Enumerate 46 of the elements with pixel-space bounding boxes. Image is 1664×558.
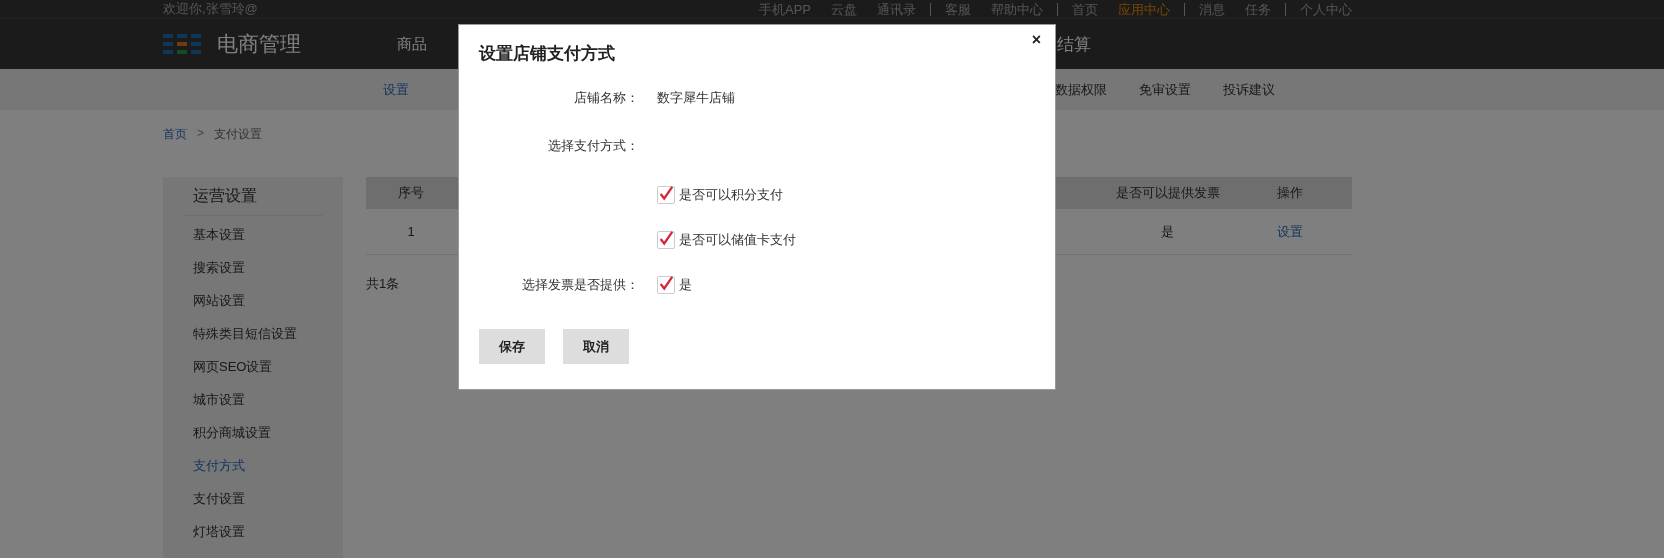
field-value: 数字犀牛店铺 — [657, 88, 736, 107]
cancel-button[interactable]: 取消 — [563, 329, 629, 364]
sidebar-item[interactable]: 支付方式 — [163, 449, 343, 482]
logo-icon — [163, 34, 201, 54]
nav-item[interactable]: 结算 — [1057, 32, 1091, 56]
column-header: 序号 — [397, 184, 425, 202]
sidebar-item[interactable]: 网站设置 — [163, 284, 343, 317]
checkbox[interactable] — [657, 185, 675, 204]
sub-nav-item[interactable]: 设置 — [383, 81, 409, 97]
dialog-title: 设置店铺支付方式 — [479, 44, 615, 63]
checkbox-label: 是 — [679, 275, 692, 294]
sub-nav-item[interactable]: 免审设置 — [1139, 80, 1191, 99]
sidebar-item[interactable]: 基本设置 — [163, 218, 343, 251]
checkbox[interactable] — [657, 230, 675, 249]
app-title: 电商管理 — [217, 31, 301, 57]
field-label: 选择支付方式： — [547, 137, 639, 155]
close-button[interactable]: × — [1029, 29, 1043, 51]
record-count: 共1条 — [366, 276, 400, 291]
table-cell-text: 1 — [406, 223, 416, 241]
breadcrumb-current: 支付设置 — [214, 126, 262, 143]
field-label: 选择发票是否提供： — [521, 275, 639, 294]
field-label: 店铺名称： — [573, 88, 639, 107]
top-link[interactable]: 任务 — [1245, 2, 1271, 16]
table-cell-text: 是 — [1160, 223, 1175, 241]
top-link[interactable]: 云盘 — [831, 2, 857, 16]
sidebar-item[interactable]: 特殊类目短信设置 — [163, 317, 343, 350]
nav-item[interactable]: 商品 — [397, 34, 427, 54]
sub-nav-item[interactable]: 投诉建议 — [1223, 80, 1275, 99]
sidebar-item[interactable]: 灯塔设置 — [163, 515, 343, 548]
sidebar-item[interactable]: 搜索设置 — [163, 251, 343, 284]
sidebar-item[interactable]: 积分商城设置 — [163, 416, 343, 449]
sidebar-item[interactable]: 网页SEO设置 — [163, 350, 343, 383]
sidebar-title: 运营设置 — [183, 177, 323, 216]
save-button[interactable]: 保存 — [479, 329, 545, 364]
top-link[interactable]: 应用中心 — [1118, 2, 1170, 16]
checkbox[interactable] — [657, 275, 675, 294]
breadcrumb-link[interactable]: 首页 — [163, 126, 187, 150]
breadcrumb-separator: > — [197, 126, 204, 142]
settings-link[interactable]: 设置 — [1277, 224, 1303, 239]
sub-nav-item[interactable]: 数据权限 — [1055, 80, 1107, 99]
column-header: 是否可以提供发票 — [1114, 184, 1221, 202]
column-header: 操作 — [1276, 184, 1304, 202]
checkbox-label: 是否可以储值卡支付 — [679, 230, 796, 249]
sidebar-item[interactable]: 支付设置 — [163, 482, 343, 515]
checkbox-label: 是否可以积分支付 — [679, 185, 783, 204]
sidebar-item[interactable]: 城市设置 — [163, 383, 343, 416]
